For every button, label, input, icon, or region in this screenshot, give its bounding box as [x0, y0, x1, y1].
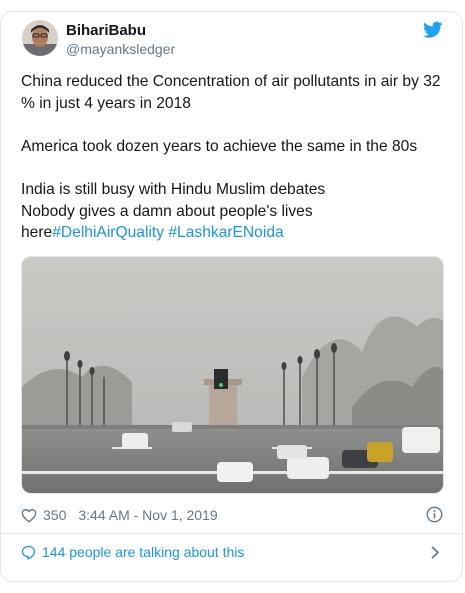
tweet-timestamp[interactable]: 3:44 AM - Nov 1, 2019	[78, 507, 217, 523]
tweet-line: India is still busy with Hindu Muslim de…	[21, 180, 326, 198]
tweet-line: here#DelhiAirQuality #LashkarENoida	[21, 222, 446, 244]
tweet-line-prefix: here	[21, 224, 53, 242]
avatar[interactable]	[22, 20, 58, 56]
conversation-link[interactable]: 144 people are talking about this	[21, 542, 443, 562]
hashtag-lashkarenoida[interactable]: #LashkarENoida	[168, 224, 283, 241]
like-count[interactable]: 350	[43, 507, 66, 523]
hashtag-delhiairquality[interactable]: #DelhiAirQuality	[52, 224, 164, 241]
chevron-right-icon[interactable]	[431, 546, 440, 559]
info-icon[interactable]	[426, 506, 443, 523]
heart-icon[interactable]	[21, 508, 37, 523]
twitter-bird-icon[interactable]	[422, 21, 443, 39]
conversation-label: 144 people are talking about this	[42, 544, 245, 560]
tweet-meta: 350 3:44 AM - Nov 1, 2019	[21, 505, 218, 525]
divider	[0, 533, 461, 534]
tweet-paragraph: America took dozen years to achieve the …	[21, 137, 418, 155]
tweet-line: Nobody gives a damn about people's lives	[21, 202, 313, 220]
speech-bubble-icon	[21, 545, 36, 560]
author-name[interactable]: BihariBabu	[66, 22, 146, 39]
tweet-text: China reduced the Concentration of air p…	[21, 71, 446, 244]
tweet-paragraph: China reduced the Concentration of air p…	[21, 73, 441, 112]
author-handle[interactable]: @mayanksledger	[66, 41, 175, 57]
tweet-photo[interactable]	[21, 256, 444, 494]
